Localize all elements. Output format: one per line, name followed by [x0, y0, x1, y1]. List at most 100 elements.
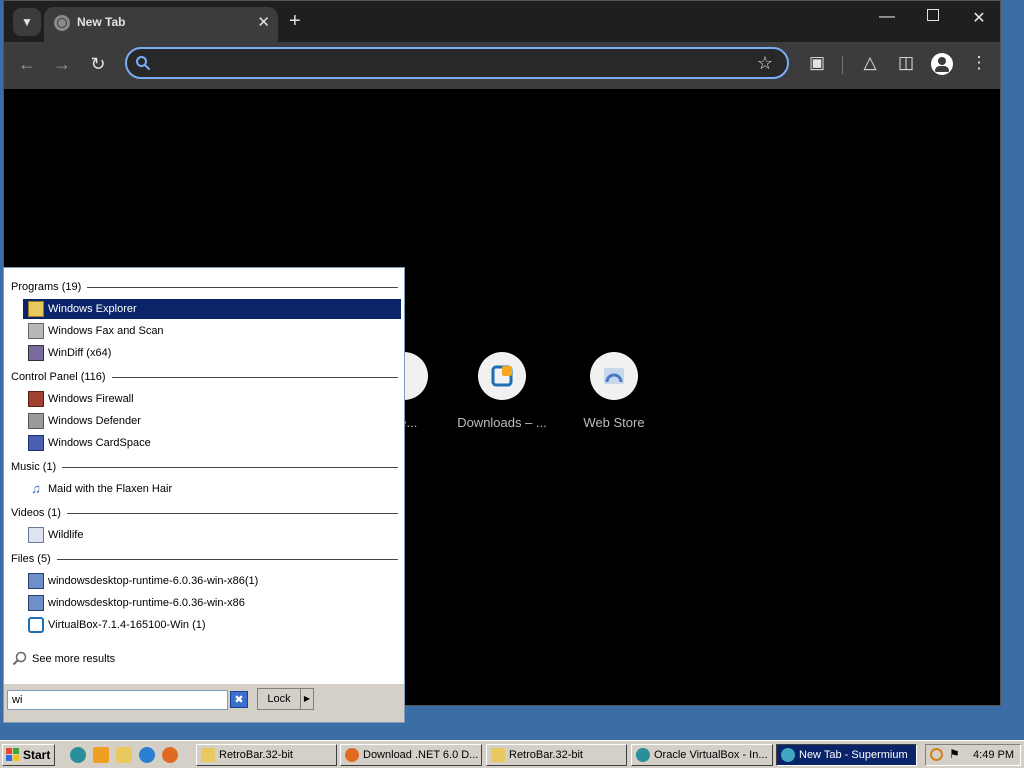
result-label: Wildlife — [48, 529, 84, 541]
shortcut-tile[interactable]: Web Store — [559, 352, 669, 430]
taskbar-button-active[interactable]: New Tab - Supermium — [776, 744, 917, 766]
defender-icon — [28, 413, 44, 429]
new-tab-button[interactable]: + — [289, 9, 301, 33]
system-tray: ⚑ 4:49 PM — [925, 744, 1021, 766]
taskbar-button[interactable]: Oracle VirtualBox - In... — [631, 744, 773, 766]
installer-icon — [28, 595, 44, 611]
maximize-icon — [927, 9, 939, 21]
quicklaunch-firefox-icon[interactable] — [162, 747, 178, 763]
shortcut-label: Downloads – ... — [457, 415, 547, 430]
side-panel-icon[interactable]: ◫ — [894, 53, 918, 73]
menu-kebab-icon[interactable]: ⋮ — [967, 53, 991, 73]
result-windows-defender[interactable]: Windows Defender — [23, 411, 401, 431]
start-button[interactable]: Start — [2, 744, 55, 766]
tab-search-button[interactable]: ▼ — [13, 8, 41, 36]
taskbar-button[interactable]: RetroBar.32-bit — [486, 744, 627, 766]
result-video-wildlife[interactable]: Wildlife — [23, 525, 401, 545]
group-label: Files (5) — [11, 553, 51, 565]
maximize-button[interactable] — [918, 8, 948, 26]
quicklaunch-ie-icon[interactable] — [70, 747, 86, 763]
extensions-icon[interactable]: ▣ — [805, 53, 829, 73]
group-label: Programs (19) — [11, 281, 82, 293]
close-window-button[interactable]: ✕ — [964, 8, 994, 28]
start-search-input[interactable] — [7, 690, 228, 710]
globe-icon — [54, 15, 70, 31]
result-label: Windows Explorer — [48, 303, 137, 315]
shortcut-tile[interactable]: Downloads – ... — [447, 352, 557, 430]
taskbar-button[interactable]: RetroBar.32-bit — [196, 744, 337, 766]
reload-button[interactable]: ↻ — [86, 54, 110, 75]
tab-new-tab[interactable]: New Tab ✕ — [44, 7, 278, 42]
back-button[interactable]: ← — [15, 54, 39, 75]
firefox-icon — [345, 748, 359, 762]
windows-logo-icon — [6, 748, 20, 762]
folder-icon — [28, 301, 44, 317]
forward-button[interactable]: → — [50, 54, 74, 75]
tab-close-icon[interactable]: ✕ — [257, 13, 270, 31]
profile-avatar[interactable] — [931, 53, 953, 75]
result-windows-explorer[interactable]: Windows Explorer — [23, 299, 401, 319]
labs-flask-icon[interactable]: △ — [858, 53, 882, 73]
result-file[interactable]: windowsdesktop-runtime-6.0.36-win-x86(1) — [23, 571, 401, 591]
folder-icon — [491, 748, 505, 762]
search-tray-icon[interactable] — [930, 748, 943, 761]
group-label: Videos (1) — [11, 507, 61, 519]
result-windows-cardspace[interactable]: Windows CardSpace — [23, 433, 401, 453]
result-windiff[interactable]: WinDiff (x64) — [23, 343, 401, 363]
power-options-arrow-button[interactable]: ▶ — [300, 688, 314, 710]
group-videos[interactable]: Videos (1) — [11, 505, 398, 521]
group-files[interactable]: Files (5) — [11, 551, 398, 567]
see-more-results[interactable]: See more results — [12, 651, 115, 667]
lock-button[interactable]: Lock — [257, 688, 301, 710]
taskbar: Start RetroBar.32-bit Download .NET 6.0 … — [0, 740, 1024, 768]
address-input[interactable] — [161, 52, 745, 76]
result-label: Maid with the Flaxen Hair — [48, 483, 173, 495]
group-music[interactable]: Music (1) — [11, 459, 398, 475]
result-file[interactable]: windowsdesktop-runtime-6.0.36-win-x86 — [23, 593, 401, 613]
divider — [111, 376, 398, 378]
result-label: WinDiff (x64) — [48, 347, 112, 359]
quicklaunch-edge-icon[interactable] — [139, 747, 155, 763]
result-windows-fax[interactable]: Windows Fax and Scan — [23, 321, 401, 341]
divider — [56, 558, 398, 560]
group-programs[interactable]: Programs (19) — [11, 279, 398, 295]
browser-titlebar: ▼ New Tab ✕ + — ✕ — [4, 1, 1000, 42]
chevron-down-icon: ▼ — [21, 15, 33, 29]
result-label: Windows Fax and Scan — [48, 325, 164, 337]
divider — [62, 466, 398, 468]
fax-icon — [28, 323, 44, 339]
quicklaunch-folder-icon[interactable] — [116, 747, 132, 763]
video-file-icon — [28, 527, 44, 543]
toolbar-divider — [842, 56, 843, 74]
result-windows-firewall[interactable]: Windows Firewall — [23, 389, 401, 409]
bookmark-star-icon[interactable]: ☆ — [757, 53, 773, 74]
task-label: Download .NET 6.0 D... — [363, 749, 479, 761]
result-label: Windows Defender — [48, 415, 141, 427]
result-music-track[interactable]: ♫ Maid with the Flaxen Hair — [23, 479, 401, 499]
clock[interactable]: 4:49 PM — [973, 749, 1014, 761]
virtualbox-icon — [478, 352, 526, 400]
taskbar-button[interactable]: Download .NET 6.0 D... — [340, 744, 482, 766]
task-label: RetroBar.32-bit — [219, 749, 293, 761]
result-label: Windows CardSpace — [48, 437, 151, 449]
result-file[interactable]: VirtualBox-7.1.4-165100-Win (1) — [23, 615, 401, 635]
magnifier-icon — [12, 651, 27, 666]
minimize-button[interactable]: — — [872, 8, 902, 26]
supermium-icon — [781, 748, 795, 762]
browser-toolbar: ← → ↻ ☆ ▣ △ ◫ ⋮ — [4, 42, 1000, 89]
search-icon — [136, 56, 151, 71]
flag-icon[interactable]: ⚑ — [949, 747, 960, 761]
browser-icon — [636, 748, 650, 762]
address-bar[interactable]: ☆ — [125, 47, 789, 79]
divider — [87, 286, 398, 288]
task-label: Oracle VirtualBox - In... — [654, 749, 768, 761]
start-label: Start — [23, 748, 51, 762]
close-icon: ✖ — [234, 694, 244, 706]
result-label: windowsdesktop-runtime-6.0.36-win-x86(1) — [48, 575, 259, 587]
clear-search-button[interactable]: ✖ — [230, 691, 248, 708]
quicklaunch-media-icon[interactable] — [93, 747, 109, 763]
start-search-bar: ✖ Lock ▶ — [4, 684, 404, 722]
shortcut-label: Web Store — [583, 415, 645, 430]
group-control-panel[interactable]: Control Panel (116) — [11, 369, 398, 385]
result-label: Windows Firewall — [48, 393, 134, 405]
